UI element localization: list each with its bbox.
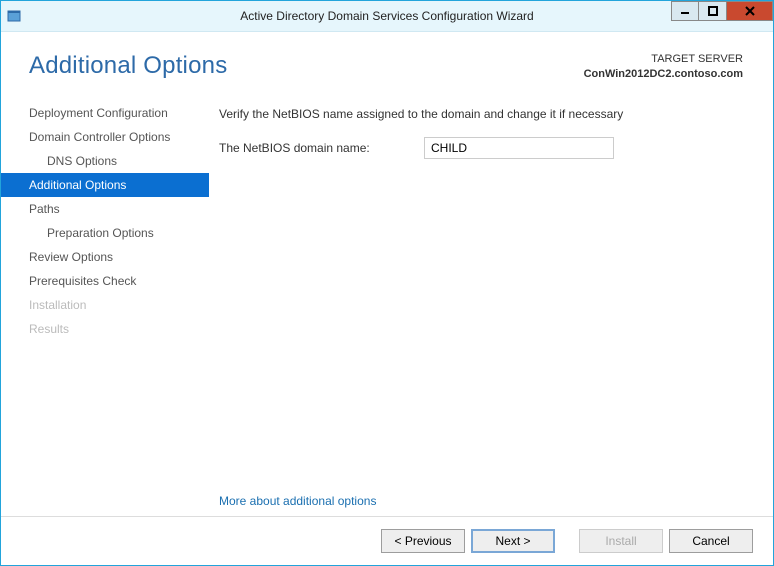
nav-item-domain-controller-options[interactable]: Domain Controller Options	[1, 125, 209, 149]
nav-item-installation: Installation	[1, 293, 209, 317]
target-server-label: TARGET SERVER	[584, 52, 743, 67]
maximize-button[interactable]	[699, 1, 727, 21]
wizard-nav: Deployment ConfigurationDomain Controlle…	[1, 97, 209, 516]
nav-item-deployment-configuration[interactable]: Deployment Configuration	[1, 101, 209, 125]
window-title: Active Directory Domain Services Configu…	[1, 9, 773, 23]
content-pane: Verify the NetBIOS name assigned to the …	[209, 97, 773, 516]
window-controls	[671, 1, 773, 23]
cancel-button[interactable]: Cancel	[669, 529, 753, 553]
more-info-link[interactable]: More about additional options	[219, 494, 376, 508]
nav-item-preparation-options[interactable]: Preparation Options	[1, 221, 209, 245]
netbios-row: The NetBIOS domain name:	[219, 137, 743, 159]
page-header: Additional Options TARGET SERVER ConWin2…	[1, 32, 773, 97]
instruction-text: Verify the NetBIOS name assigned to the …	[219, 107, 743, 121]
target-server-value: ConWin2012DC2.contoso.com	[584, 68, 743, 80]
nav-item-results: Results	[1, 317, 209, 341]
target-server-block: TARGET SERVER ConWin2012DC2.contoso.com	[584, 52, 743, 83]
footer: < Previous Next > Install Cancel	[1, 516, 773, 565]
install-button: Install	[579, 529, 663, 553]
app-icon	[1, 9, 27, 23]
page-heading: Additional Options	[29, 52, 584, 80]
nav-item-paths[interactable]: Paths	[1, 197, 209, 221]
titlebar: Active Directory Domain Services Configu…	[1, 1, 773, 32]
nav-item-additional-options[interactable]: Additional Options	[1, 173, 209, 197]
nav-item-dns-options[interactable]: DNS Options	[1, 149, 209, 173]
next-button[interactable]: Next >	[471, 529, 555, 553]
previous-button[interactable]: < Previous	[381, 529, 465, 553]
minimize-button[interactable]	[671, 1, 699, 21]
close-button[interactable]	[727, 1, 773, 21]
nav-item-review-options[interactable]: Review Options	[1, 245, 209, 269]
wizard-window: Active Directory Domain Services Configu…	[0, 0, 774, 566]
netbios-input[interactable]	[424, 137, 614, 159]
body: Deployment ConfigurationDomain Controlle…	[1, 97, 773, 516]
nav-item-prerequisites-check[interactable]: Prerequisites Check	[1, 269, 209, 293]
netbios-label: The NetBIOS domain name:	[219, 141, 424, 155]
